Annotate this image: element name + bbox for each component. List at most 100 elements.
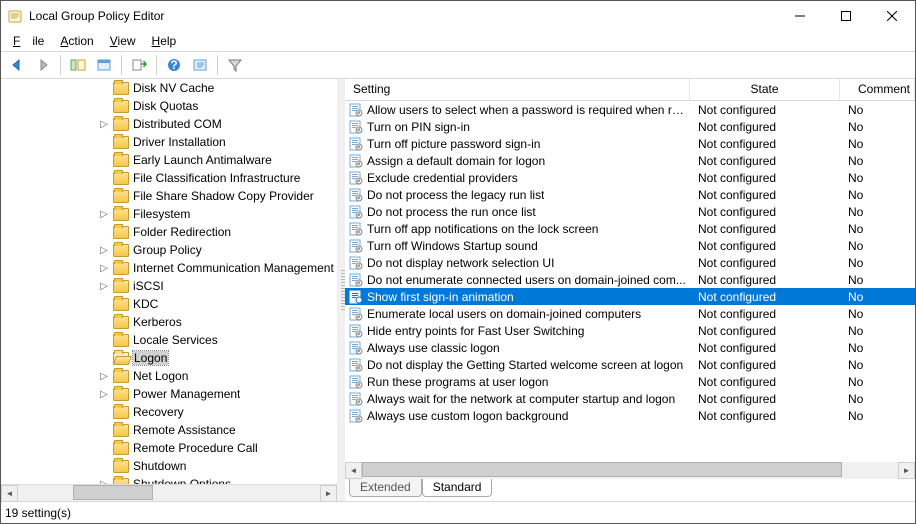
setting-state: Not configured bbox=[690, 222, 840, 236]
scroll-left-icon[interactable]: ◄ bbox=[1, 485, 18, 502]
menu-help[interactable]: Help bbox=[146, 33, 183, 49]
scroll-right-icon[interactable]: ► bbox=[320, 485, 337, 502]
setting-row[interactable]: Do not display the Getting Started welco… bbox=[345, 356, 915, 373]
setting-row[interactable]: Turn off picture password sign-inNot con… bbox=[345, 135, 915, 152]
main-area: Disk NV CacheDisk Quotas ▷ Distributed COM… bbox=[1, 79, 915, 501]
setting-comment: No bbox=[840, 256, 915, 270]
tree-item[interactable]: Locale Services bbox=[1, 331, 337, 349]
menu-file[interactable]: File bbox=[7, 33, 50, 49]
chevron-right-icon[interactable]: ▷ bbox=[97, 261, 111, 275]
tree-item[interactable]: File Classification Infrastructure bbox=[1, 169, 337, 187]
chevron-right-icon[interactable]: ▷ bbox=[97, 369, 111, 383]
export-list-button[interactable] bbox=[127, 54, 151, 76]
setting-row[interactable]: Hide entry points for Fast User Switchin… bbox=[345, 322, 915, 339]
list-hscrollbar[interactable]: ◄ ► bbox=[345, 462, 915, 479]
tree-item[interactable]: Folder Redirection bbox=[1, 223, 337, 241]
tree-hscrollbar[interactable]: ◄ ► bbox=[1, 484, 337, 501]
column-setting[interactable]: Setting bbox=[345, 79, 690, 100]
chevron-right-icon[interactable]: ▷ bbox=[97, 279, 111, 293]
tree-item[interactable]: KDC bbox=[1, 295, 337, 313]
tree-item[interactable]: ▷Group Policy bbox=[1, 241, 337, 259]
tree-item[interactable]: Recovery bbox=[1, 403, 337, 421]
setting-row[interactable]: Do not process the legacy run listNot co… bbox=[345, 186, 915, 203]
tree-item[interactable]: ▷Shutdown Options bbox=[1, 475, 337, 484]
tree-item[interactable]: ▷Filesystem bbox=[1, 205, 337, 223]
setting-row[interactable]: Run these programs at user logonNot conf… bbox=[345, 373, 915, 390]
setting-row[interactable]: Enumerate local users on domain-joined c… bbox=[345, 305, 915, 322]
show-hide-tree-button[interactable] bbox=[66, 54, 90, 76]
scroll-thumb[interactable] bbox=[73, 485, 153, 500]
folder-closed-icon bbox=[113, 82, 129, 95]
tree-item-label: Early Launch Antimalware bbox=[133, 153, 272, 167]
tree-body[interactable]: Disk NV CacheDisk Quotas ▷ Distributed COM… bbox=[1, 79, 337, 484]
scroll-thumb[interactable] bbox=[362, 462, 842, 477]
setting-name: Hide entry points for Fast User Switchin… bbox=[367, 324, 584, 338]
setting-state: Not configured bbox=[690, 341, 840, 355]
setting-row[interactable]: Turn on PIN sign-inNot configuredNo bbox=[345, 118, 915, 135]
policy-setting-icon bbox=[349, 307, 363, 321]
tree-item[interactable]: File Share Shadow Copy Provider bbox=[1, 187, 337, 205]
tree-item[interactable]: ▷iSCSI bbox=[1, 277, 337, 295]
column-comment[interactable]: Comment bbox=[840, 79, 915, 100]
tree-item[interactable]: Driver Installation bbox=[1, 133, 337, 151]
tab-extended[interactable]: Extended bbox=[349, 479, 422, 497]
chevron-right-icon[interactable]: ▷ bbox=[97, 243, 111, 257]
setting-row[interactable]: Do not display network selection UINot c… bbox=[345, 254, 915, 271]
setting-row[interactable]: Turn off app notifications on the lock s… bbox=[345, 220, 915, 237]
help-button[interactable]: ? bbox=[162, 54, 186, 76]
setting-row[interactable]: Always use custom logon backgroundNot co… bbox=[345, 407, 915, 424]
tree-item[interactable]: Early Launch Antimalware bbox=[1, 151, 337, 169]
tree-item[interactable]: Disk NV Cache bbox=[1, 79, 337, 97]
chevron-right-icon[interactable]: ▷ bbox=[97, 387, 111, 401]
setting-state: Not configured bbox=[690, 409, 840, 423]
chevron-right-icon[interactable]: ▷ bbox=[97, 477, 111, 484]
setting-row[interactable]: Assign a default domain for logonNot con… bbox=[345, 152, 915, 169]
setting-name: Turn on PIN sign-in bbox=[367, 120, 470, 134]
setting-row[interactable]: Allow users to select when a password is… bbox=[345, 101, 915, 118]
show-hide-action-pane-button[interactable] bbox=[188, 54, 212, 76]
tree-item[interactable]: ▷Power Management bbox=[1, 385, 337, 403]
list-body[interactable]: Allow users to select when a password is… bbox=[345, 101, 915, 462]
setting-row[interactable]: Always use classic logonNot configuredNo bbox=[345, 339, 915, 356]
tree-item[interactable]: Shutdown bbox=[1, 457, 337, 475]
spacer-icon bbox=[97, 297, 111, 311]
minimize-button[interactable] bbox=[777, 1, 823, 31]
folder-closed-icon bbox=[113, 388, 129, 401]
tree-item[interactable]: ▷ Net Logon bbox=[1, 367, 337, 385]
setting-row[interactable]: Turn off Windows Startup soundNot config… bbox=[345, 237, 915, 254]
tree-item[interactable]: Disk Quotas bbox=[1, 97, 337, 115]
tree-item[interactable]: Kerberos bbox=[1, 313, 337, 331]
setting-row[interactable]: Do not process the run once listNot conf… bbox=[345, 203, 915, 220]
tree-item[interactable]: Logon bbox=[1, 349, 337, 367]
tree-item[interactable]: ▷ Distributed COM bbox=[1, 115, 337, 133]
menu-action[interactable]: Action bbox=[54, 33, 99, 49]
menu-view[interactable]: View bbox=[104, 33, 142, 49]
back-button[interactable] bbox=[5, 54, 29, 76]
setting-name: Do not display the Getting Started welco… bbox=[367, 358, 683, 372]
setting-row[interactable]: Do not enumerate connected users on doma… bbox=[345, 271, 915, 288]
setting-row[interactable]: Exclude credential providersNot configur… bbox=[345, 169, 915, 186]
close-button[interactable] bbox=[869, 1, 915, 31]
setting-comment: No bbox=[840, 137, 915, 151]
properties-button[interactable] bbox=[92, 54, 116, 76]
policy-setting-icon bbox=[349, 222, 363, 236]
spacer-icon bbox=[97, 441, 111, 455]
chevron-right-icon[interactable]: ▷ bbox=[97, 207, 111, 221]
setting-row[interactable]: Show first sign-in animationNot configur… bbox=[345, 288, 915, 305]
forward-button[interactable] bbox=[31, 54, 55, 76]
tree-item-label: Net Logon bbox=[133, 369, 188, 383]
tree-item-label: Distributed COM bbox=[133, 117, 222, 131]
app-icon bbox=[7, 8, 23, 24]
setting-row[interactable]: Always wait for the network at computer … bbox=[345, 390, 915, 407]
tab-standard[interactable]: Standard bbox=[422, 479, 493, 497]
tree-item[interactable]: Remote Assistance bbox=[1, 421, 337, 439]
scroll-left-icon[interactable]: ◄ bbox=[345, 462, 362, 479]
tree-item[interactable]: ▷Internet Communication Management bbox=[1, 259, 337, 277]
tree-item[interactable]: Remote Procedure Call bbox=[1, 439, 337, 457]
scroll-right-icon[interactable]: ► bbox=[898, 462, 915, 479]
setting-state: Not configured bbox=[690, 103, 840, 117]
maximize-button[interactable] bbox=[823, 1, 869, 31]
filter-button[interactable] bbox=[223, 54, 247, 76]
column-state[interactable]: State bbox=[690, 79, 840, 100]
chevron-right-icon[interactable]: ▷ bbox=[97, 117, 111, 131]
